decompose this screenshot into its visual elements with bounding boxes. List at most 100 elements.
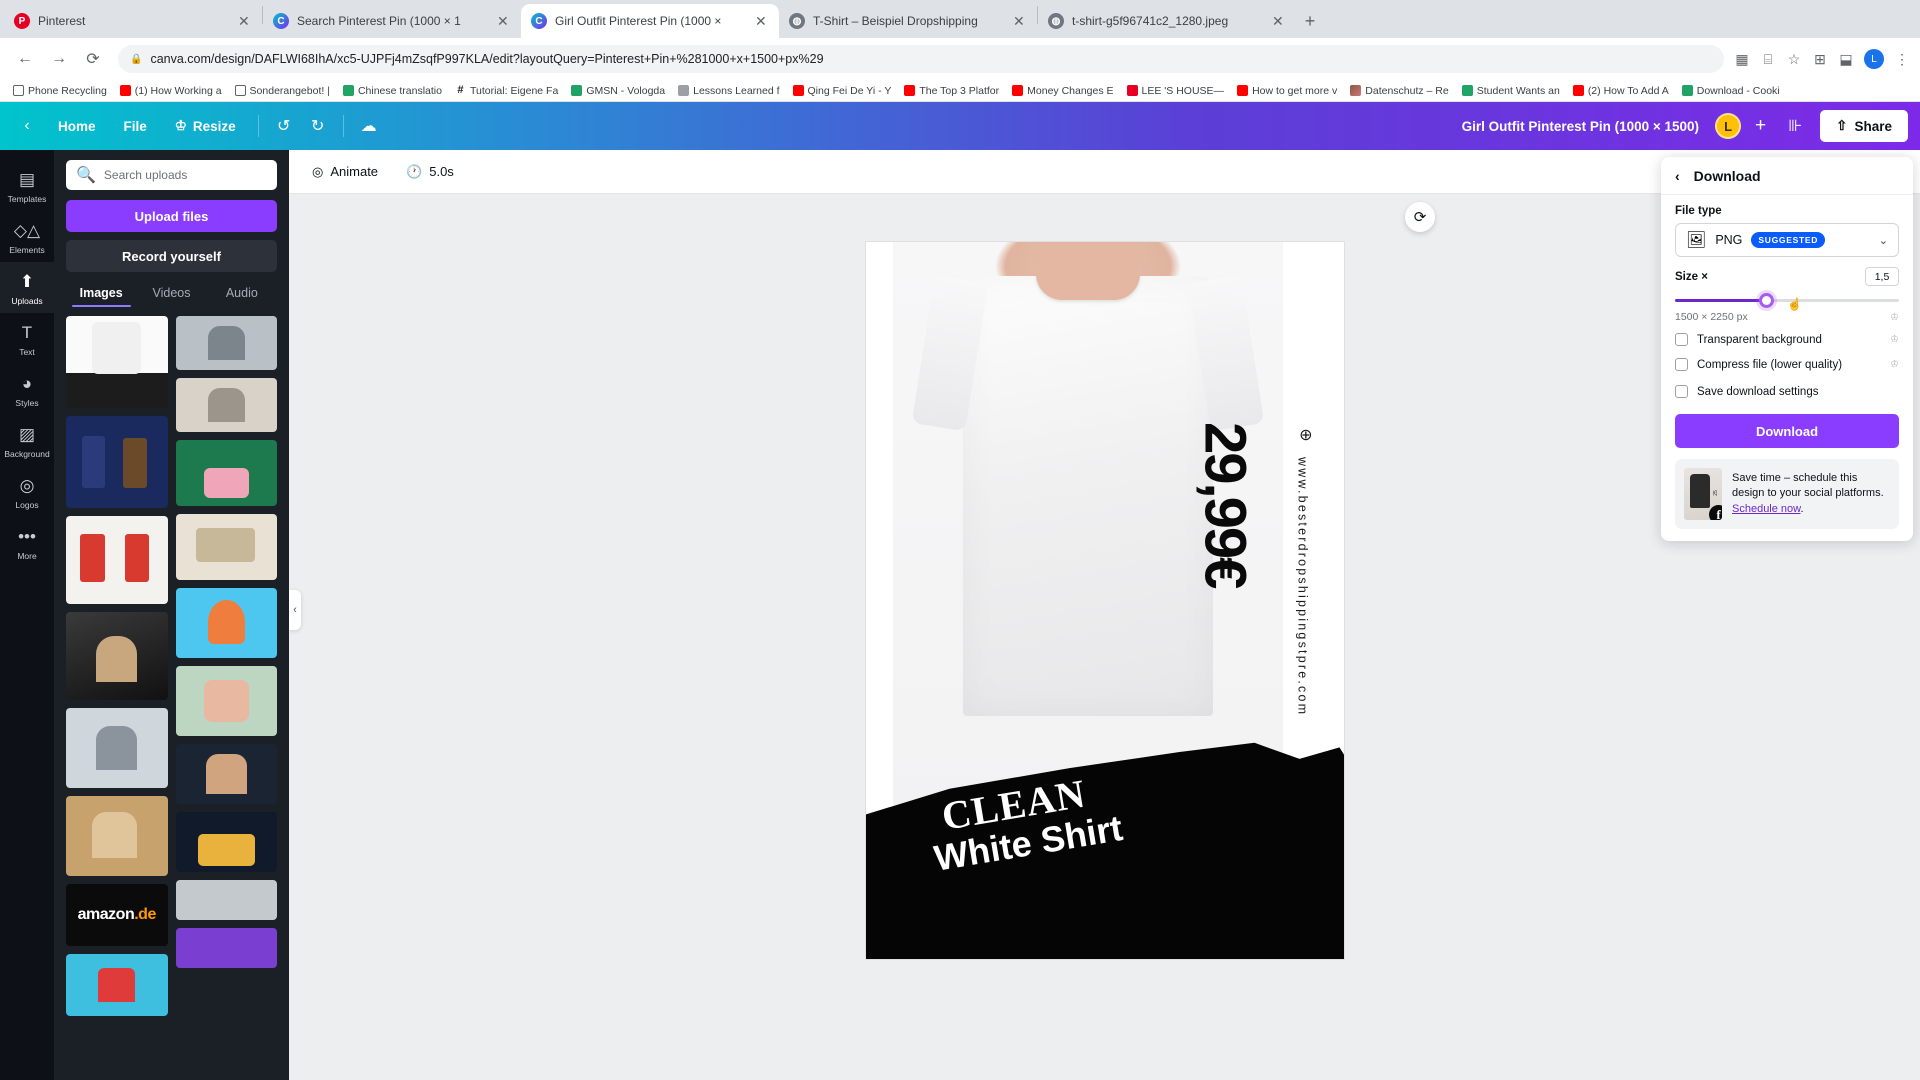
bookmark-item[interactable]: # Tutorial: Eigene Fa (450, 83, 563, 99)
browser-tab-active[interactable]: C Girl Outfit Pinterest Pin (1000 × ✕ (521, 4, 779, 38)
size-slider[interactable]: ☝ (1675, 291, 1899, 311)
browser-tab[interactable]: P Pinterest ✕ (4, 4, 262, 38)
sidebar-item-background[interactable]: ▨ Background (0, 415, 54, 466)
avatar[interactable]: L (1715, 113, 1742, 139)
home-button[interactable]: Home (46, 112, 108, 141)
bookmark-item[interactable]: LEE 'S HOUSE— (1122, 83, 1230, 99)
upload-thumbnail[interactable] (66, 316, 168, 408)
sidebar-item-uploads[interactable]: ⬆ Uploads (0, 262, 54, 313)
download-button[interactable]: Download (1675, 414, 1899, 448)
upload-thumbnail[interactable] (175, 588, 277, 658)
cloud-saved-icon[interactable]: ☁ (354, 111, 384, 141)
bookmark-item[interactable]: How to get more v (1232, 83, 1342, 99)
resize-button[interactable]: ♔ Resize (163, 111, 248, 141)
upload-thumbnail[interactable]: amazon.de (66, 884, 168, 946)
upload-thumbnail[interactable] (66, 612, 168, 700)
design-title[interactable]: Girl Outfit Pinterest Pin (1000 × 1500) (1462, 119, 1699, 134)
redo-icon[interactable]: ↻ (303, 111, 333, 141)
chevron-down-icon[interactable]: ⌄ (1099, 1074, 1110, 1080)
puzzle-icon[interactable]: ⬓ (1838, 51, 1854, 68)
bookmark-item[interactable]: GMSN - Vologda (566, 83, 670, 99)
upload-thumbnail[interactable] (175, 812, 277, 872)
bookmark-item[interactable]: Sonderangebot! | (230, 83, 335, 99)
bookmark-item[interactable]: (1) How Working a (115, 83, 227, 99)
option-save-settings[interactable]: Save download settings (1675, 385, 1899, 398)
bookmark-item[interactable]: Datenschutz – Re (1345, 83, 1453, 99)
upload-thumbnail[interactable] (175, 440, 277, 506)
file-button[interactable]: File (112, 112, 159, 141)
option-compress-file[interactable]: Compress file (lower quality) ♔ (1675, 358, 1899, 371)
sidebar-item-logos[interactable]: ◎ Logos (0, 466, 54, 517)
forward-icon[interactable]: → (44, 44, 74, 74)
sidebar-item-templates[interactable]: ▤ Templates (0, 160, 54, 211)
share-button[interactable]: ⇧ Share (1820, 110, 1908, 142)
new-tab-button[interactable]: + (1296, 7, 1324, 35)
upload-files-button[interactable]: Upload files (66, 200, 277, 232)
bookmark-star-icon[interactable]: ☆ (1786, 51, 1802, 68)
animate-button[interactable]: ◎ Animate (301, 158, 389, 186)
refresh-icon[interactable]: ⟳ (1405, 202, 1435, 232)
close-icon[interactable]: ✕ (1013, 13, 1027, 30)
option-transparent-background[interactable]: Transparent background ♔ (1675, 333, 1899, 346)
reload-icon[interactable]: ⟳ (78, 44, 108, 74)
close-icon[interactable]: ✕ (1272, 13, 1286, 30)
bookmark-item[interactable]: The Top 3 Platfor (899, 83, 1004, 99)
collapse-panel-handle[interactable]: ‹ (289, 590, 301, 630)
analytics-icon[interactable]: ⊪ (1780, 111, 1810, 141)
schedule-now-link[interactable]: Schedule now (1732, 503, 1801, 515)
upload-thumbnail[interactable] (66, 416, 168, 508)
upload-thumbnail[interactable] (175, 744, 277, 804)
bookmark-item[interactable]: Chinese translatio (338, 83, 447, 99)
menu-icon[interactable]: ⋮ (1894, 51, 1910, 68)
upload-thumbnail[interactable] (66, 954, 168, 1016)
browser-tab[interactable]: ◍ t-shirt-g5f96741c2_1280.jpeg ✕ (1038, 4, 1296, 38)
search-input[interactable] (103, 168, 267, 182)
extension-icon[interactable]: ⌸ (1760, 51, 1776, 68)
add-collaborator-button[interactable]: + (1745, 115, 1776, 137)
schedule-promo-card[interactable]: 25 f Save time – schedule this design to… (1675, 459, 1899, 529)
tab-videos[interactable]: Videos (136, 278, 206, 307)
checkbox[interactable] (1675, 333, 1688, 346)
sidebar-item-text[interactable]: T Text (0, 313, 54, 364)
undo-icon[interactable]: ↺ (269, 111, 299, 141)
search-uploads-box[interactable]: 🔍 (66, 160, 277, 190)
bookmark-item[interactable]: Money Changes E (1007, 83, 1118, 99)
bookmark-item[interactable]: Qing Fei De Yi - Y (788, 83, 897, 99)
bookmark-item[interactable]: Lessons Learned f (673, 83, 784, 99)
tab-audio[interactable]: Audio (207, 278, 277, 307)
sidebar-item-styles[interactable]: ◕ Styles (0, 364, 54, 415)
upload-thumbnail[interactable] (66, 796, 168, 876)
browser-tab[interactable]: C Search Pinterest Pin (1000 × 1 ✕ (263, 4, 521, 38)
bookmark-item[interactable]: Download - Cooki (1677, 83, 1785, 99)
close-icon[interactable]: ✕ (755, 13, 769, 30)
close-icon[interactable]: ✕ (238, 13, 252, 30)
grid-icon[interactable]: ▦ (1734, 51, 1750, 68)
upload-thumbnail[interactable] (66, 708, 168, 788)
profile-avatar[interactable]: L (1864, 49, 1884, 69)
back-chevron-icon[interactable]: ‹ (12, 111, 42, 141)
back-icon[interactable]: ← (10, 44, 40, 74)
record-yourself-button[interactable]: Record yourself (66, 240, 277, 272)
size-value-input[interactable]: 1,5 (1865, 267, 1899, 286)
file-type-select[interactable]: 🖼 PNG SUGGESTED ⌄ (1675, 223, 1899, 257)
translate-icon[interactable]: ⊞ (1812, 51, 1828, 68)
upload-thumbnail[interactable] (66, 516, 168, 604)
slider-handle[interactable] (1759, 293, 1775, 308)
browser-tab[interactable]: ◍ T-Shirt – Beispiel Dropshipping ✕ (779, 4, 1037, 38)
chevron-down-icon[interactable]: ⌄ (1879, 234, 1888, 247)
back-chevron-icon[interactable]: ‹ (1675, 168, 1680, 184)
upload-thumbnail[interactable] (175, 514, 277, 580)
upload-thumbnail[interactable] (175, 928, 277, 968)
sidebar-item-more[interactable]: ••• More (0, 517, 54, 568)
bookmark-item[interactable]: Student Wants an (1457, 83, 1565, 99)
sidebar-item-elements[interactable]: ◇△ Elements (0, 211, 54, 262)
upload-thumbnail[interactable] (175, 880, 277, 920)
bookmark-item[interactable]: Phone Recycling (8, 83, 112, 99)
upload-thumbnail[interactable] (175, 378, 277, 432)
upload-thumbnail[interactable] (175, 666, 277, 736)
address-bar[interactable]: 🔒 canva.com/design/DAFLWI68IhA/xc5-UJPFj… (118, 45, 1724, 73)
duration-button[interactable]: 🕐 5.0s (395, 158, 465, 186)
upload-thumbnail[interactable] (175, 316, 277, 370)
design-artboard[interactable]: ⊕ www.besterdropshippingstpre.com 29,99€… (865, 242, 1344, 959)
checkbox[interactable] (1675, 385, 1688, 398)
